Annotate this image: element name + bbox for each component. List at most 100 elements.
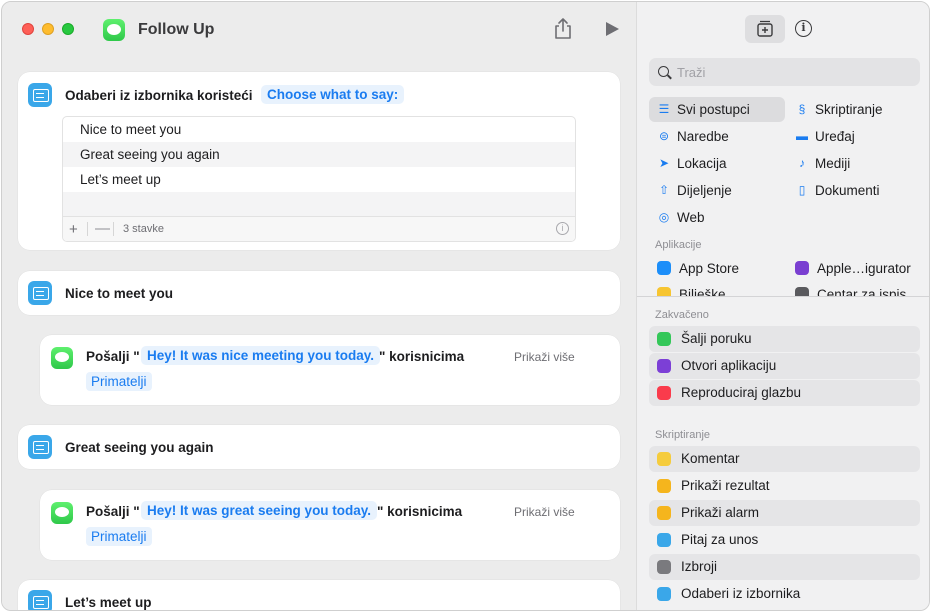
menu-list-footer: + — 3 stavke i (63, 216, 575, 241)
menu-item[interactable]: Great seeing you again (63, 142, 575, 167)
category-all-actions[interactable]: ☰ Svi postupci (649, 97, 785, 122)
run-shortcut-button[interactable] (606, 22, 619, 36)
action-show-result[interactable]: Prikaži rezultat (649, 473, 920, 499)
menu-prompt-token[interactable]: Choose what to say: (261, 85, 405, 104)
action-label: Otvori aplikaciju (681, 358, 777, 373)
action-label: Reproduciraj glazbu (681, 385, 802, 400)
menu-case-title: Great seeing you again (65, 440, 214, 455)
app-item-notes[interactable]: Bilješke (653, 282, 789, 296)
category-label: Uređaj (815, 129, 855, 144)
menu-case-header[interactable]: Nice to meet you (18, 271, 620, 315)
menu-case-header[interactable]: Great seeing you again (18, 425, 620, 469)
choose-from-menu-icon (28, 590, 52, 610)
close-window-button[interactable] (22, 23, 34, 35)
choose-from-menu-icon (28, 435, 52, 459)
alert-icon (657, 506, 671, 520)
search-input[interactable] (677, 63, 907, 81)
printer-icon (795, 287, 809, 296)
send-prefix: Pošalji " (86, 349, 140, 364)
shortcuts-window: Follow Up Odaberi iz izbornika koristeći… (1, 1, 930, 611)
message-token[interactable]: Hey! It was great seeing you today. (141, 501, 378, 520)
category-label: Mediji (815, 156, 851, 171)
pinned-action-open-app[interactable]: Otvori aplikaciju (649, 353, 920, 379)
apps-section-header: Aplikacije (655, 239, 702, 251)
messages-icon (51, 347, 73, 369)
category-media[interactable]: ♪ Mediji (787, 151, 923, 176)
search-field[interactable] (649, 58, 920, 86)
action-label: Prikaži rezultat (681, 478, 770, 493)
recipients-token[interactable]: Primatelji (86, 372, 152, 391)
action-label: Izbroji (681, 559, 718, 574)
share-icon[interactable] (552, 17, 574, 41)
tab-action-library[interactable] (745, 15, 785, 43)
app-item-print-center[interactable]: Centar za ispis (791, 282, 927, 296)
show-more-button[interactable]: Prikaži više (514, 505, 575, 519)
music-icon (657, 386, 671, 400)
action-count[interactable]: Izbroji (649, 554, 920, 580)
remove-item-button[interactable]: — (95, 220, 110, 237)
app-label: Bilješke (679, 287, 726, 296)
action-label: Šalji poruku (681, 331, 752, 346)
compass-icon: ◎ (658, 210, 670, 224)
category-label: Dijeljenje (677, 183, 732, 198)
send-message-action[interactable]: Pošalji " Hey! It was nice meeting you t… (40, 335, 620, 405)
pinned-action-send-message[interactable]: Šalji poruku (649, 326, 920, 352)
action-label: Odaberi iz izbornika koristeći (65, 88, 253, 103)
search-icon (658, 66, 669, 77)
zoom-window-button[interactable] (62, 23, 74, 35)
choose-from-menu-action[interactable]: Odaberi iz izbornika koristeći Choose wh… (18, 72, 620, 250)
send-message-action[interactable]: Pošalji " Hey! It was great seeing you t… (40, 490, 620, 560)
comment-icon (657, 452, 671, 466)
messages-app-icon (103, 19, 125, 41)
menu-case-header[interactable]: Let’s meet up (18, 580, 620, 610)
category-sharing[interactable]: ⇧ Dijeljenje (649, 178, 785, 203)
app-item-app-store[interactable]: App Store (653, 256, 789, 281)
menu-items-list: Nice to meet you Great seeing you again … (62, 116, 576, 242)
category-location[interactable]: ➤ Lokacija (649, 151, 785, 176)
add-item-button[interactable]: + (69, 221, 78, 238)
send-suffix: " korisnicima (379, 349, 465, 364)
menu-item-empty[interactable] (63, 192, 575, 217)
action-ask-for-input[interactable]: Pitaj za unos (649, 527, 920, 553)
action-choose-from-menu[interactable]: Odaberi iz izbornika (649, 581, 920, 607)
menu-case-title: Let’s meet up (65, 595, 152, 610)
pinned-action-play-music[interactable]: Reproduciraj glazbu (649, 380, 920, 406)
scripting-section-header: Skriptiranje (655, 429, 711, 441)
toggles-icon: ⊜ (658, 129, 670, 143)
item-count: 3 stavke (123, 223, 164, 235)
menu-item[interactable]: Nice to meet you (63, 117, 575, 142)
script-icon: § (798, 102, 806, 116)
category-web[interactable]: ◎ Web (649, 205, 785, 230)
apps-list: App Store Apple…igurator Bilješke Centar… (637, 252, 929, 296)
action-label: Komentar (681, 451, 740, 466)
action-label: Odaberi iz izbornika (681, 586, 801, 601)
apple-configurator-icon (795, 261, 809, 275)
document-icon: ▯ (798, 183, 806, 197)
minimize-window-button[interactable] (42, 23, 54, 35)
show-more-button[interactable]: Prikaži više (514, 350, 575, 364)
app-label: Apple…igurator (817, 261, 911, 276)
info-icon[interactable]: i (795, 20, 812, 37)
divider (637, 296, 929, 297)
action-comment[interactable]: Komentar (649, 446, 920, 472)
category-label: Dokumenti (815, 183, 880, 198)
message-token[interactable]: Hey! It was nice meeting you today. (141, 346, 381, 365)
app-store-icon (657, 261, 671, 275)
info-icon[interactable]: i (556, 222, 569, 235)
category-label: Svi postupci (677, 102, 750, 117)
pinned-section-header: Zakvačeno (655, 309, 709, 321)
list-icon: ☰ (658, 102, 670, 116)
action-library-sidebar: i ☰ Svi postupci § Skriptiranje ⊜ Naredbe ▬… (636, 2, 929, 610)
category-controls[interactable]: ⊜ Naredbe (649, 124, 785, 149)
category-scripting[interactable]: § Skriptiranje (787, 97, 923, 122)
choose-from-menu-icon (28, 83, 52, 107)
app-item-apple-configurator[interactable]: Apple…igurator (791, 256, 927, 281)
open-app-icon (657, 359, 671, 373)
window-title: Follow Up (138, 21, 215, 38)
action-show-alert[interactable]: Prikaži alarm (649, 500, 920, 526)
recipients-token[interactable]: Primatelji (86, 527, 152, 546)
menu-item[interactable]: Let’s meet up (63, 167, 575, 192)
choose-from-menu-icon (657, 587, 671, 601)
category-documents[interactable]: ▯ Dokumenti (787, 178, 923, 203)
category-device[interactable]: ▬ Uređaj (787, 124, 923, 149)
